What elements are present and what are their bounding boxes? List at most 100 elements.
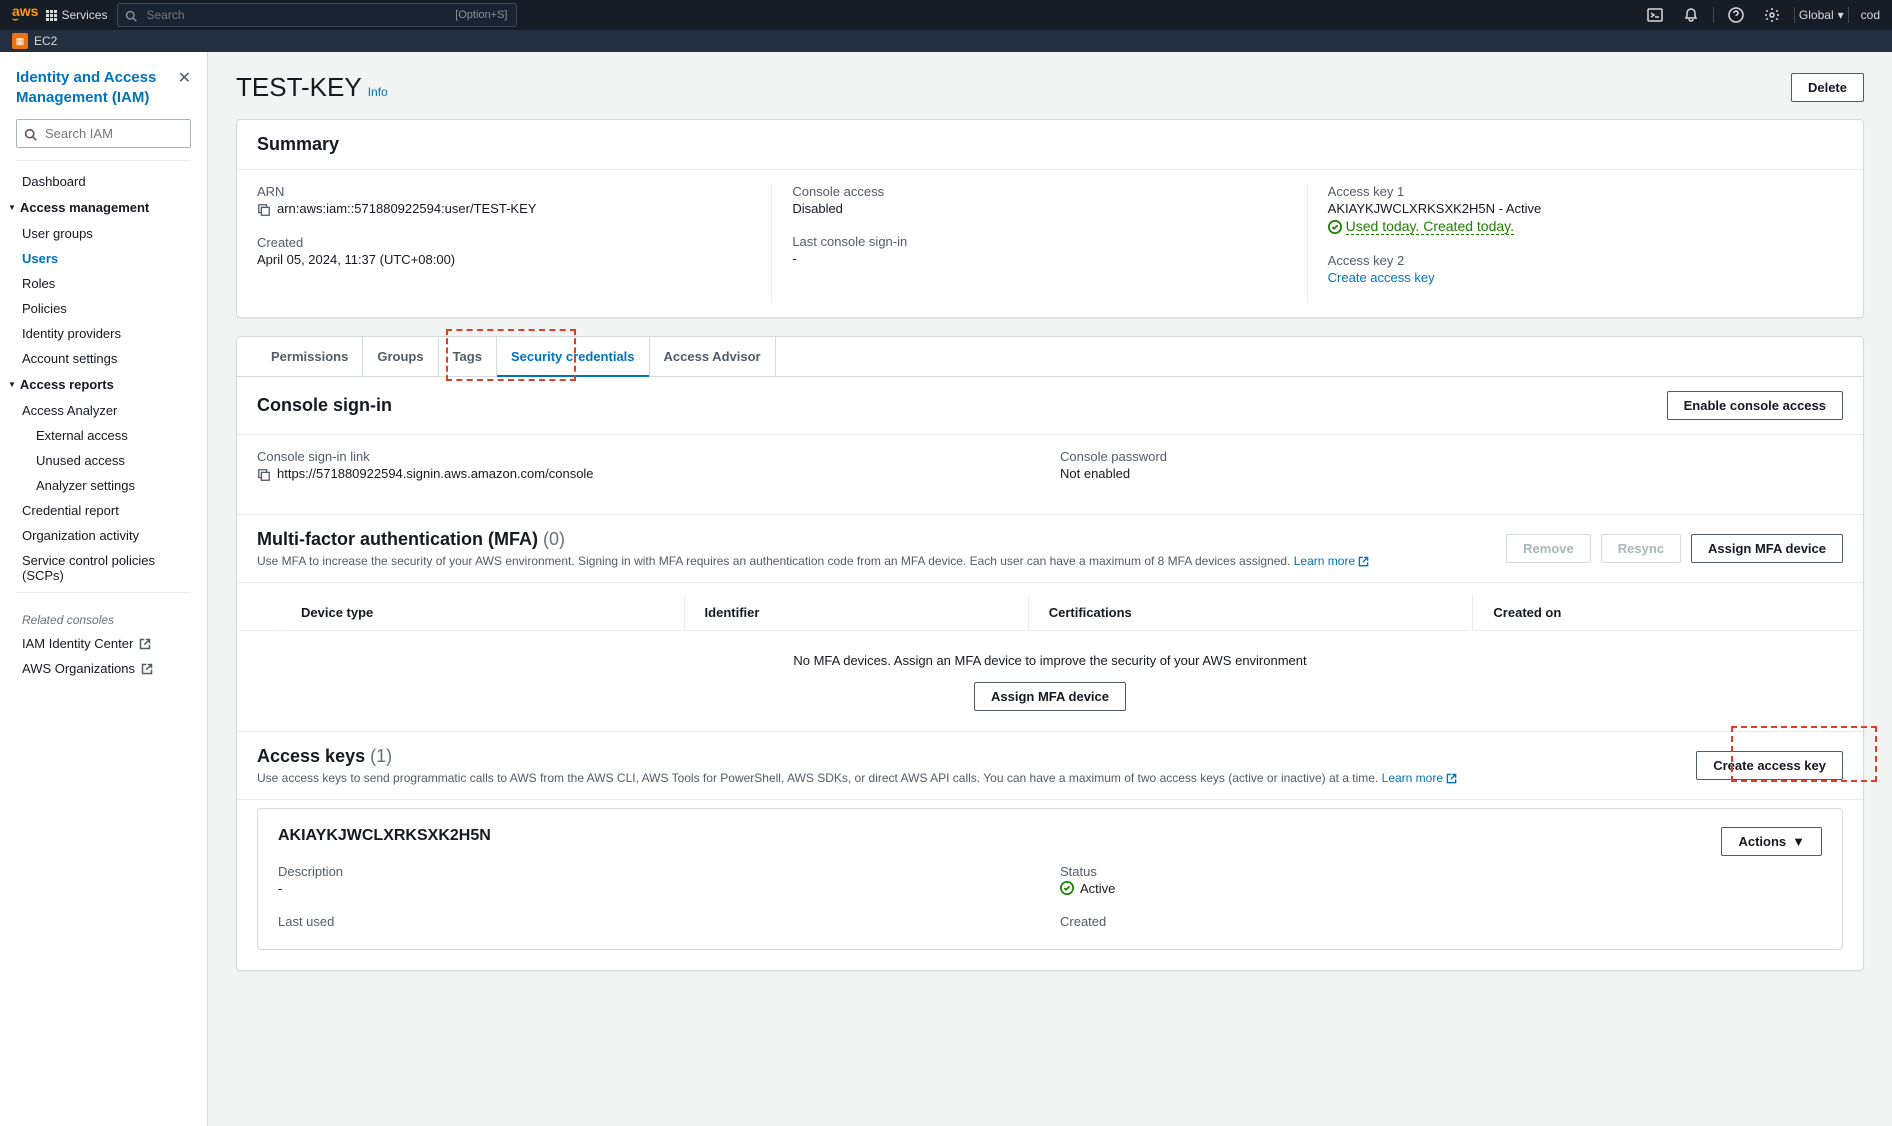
search-shortcut-hint: [Option+S] [455,9,507,21]
tab-access-advisor[interactable]: Access Advisor [650,337,776,376]
access-key-id: AKIAYKJWCLXRKSXK2H5N [278,827,491,845]
region-label: Global [1799,8,1834,22]
mfa-empty-state: No MFA devices. Assign an MFA device to … [237,633,1863,731]
key-description-label: Description [278,864,1040,879]
ec2-service-link[interactable]: EC2 [34,34,57,48]
sidebar-item-aws-organizations[interactable]: AWS Organizations [0,656,207,681]
settings-icon[interactable] [1764,7,1780,23]
sidebar-item-organization-activity[interactable]: Organization activity [0,523,207,548]
console-signin-header: Console sign-in [257,395,392,416]
account-menu[interactable]: cod [1861,8,1880,22]
mfa-empty-assign-button[interactable]: Assign MFA device [974,682,1126,711]
services-label: Services [61,8,107,22]
help-icon[interactable] [1728,7,1744,23]
sidebar-item-account-settings[interactable]: Account settings [0,346,207,371]
sidebar-item-users[interactable]: Users [0,246,207,271]
sidebar-item-identity-providers[interactable]: Identity providers [0,321,207,346]
access-key-1-label: Access key 1 [1328,184,1823,199]
sidebar-item-external-access[interactable]: External access [0,423,207,448]
mfa-col-device-type: Device type [281,595,682,631]
sidebar-item-roles[interactable]: Roles [0,271,207,296]
console-access-label: Console access [792,184,1286,199]
search-icon [24,126,37,142]
key-last-used-label: Last used [278,914,1040,929]
page-title: TEST-KEYInfo [236,72,388,103]
copy-icon[interactable] [257,466,271,482]
mfa-learn-more-link[interactable]: Learn more [1294,554,1370,568]
create-access-key-button[interactable]: Create access key [1696,751,1843,780]
check-circle-icon [1328,220,1342,234]
mfa-col-created-on: Created on [1472,595,1861,631]
copy-icon[interactable] [257,201,271,217]
services-menu[interactable]: Services [46,8,107,22]
access-key-card: AKIAYKJWCLXRKSXK2H5N Actions▼ Descriptio… [257,808,1843,950]
notifications-icon[interactable] [1683,7,1699,23]
sidebar-item-credential-report[interactable]: Credential report [0,498,207,523]
sidebar-section-access-reports[interactable]: ▼Access reports [0,371,207,398]
delete-button[interactable]: Delete [1791,73,1864,102]
created-label: Created [257,235,751,250]
access-key-2-label: Access key 2 [1328,253,1823,268]
sidebar-item-dashboard[interactable]: Dashboard [0,169,207,194]
tab-permissions[interactable]: Permissions [257,337,363,376]
key-created-label: Created [1060,914,1822,929]
info-link[interactable]: Info [368,85,388,99]
sidebar-title[interactable]: Identity and Access Management (IAM) [16,68,178,107]
enable-console-access-button[interactable]: Enable console access [1667,391,1843,420]
related-consoles-header: Related consoles [0,601,207,631]
sidebar-item-iam-identity-center[interactable]: IAM Identity Center [0,631,207,656]
access-key-actions-button[interactable]: Actions▼ [1721,827,1822,856]
chevron-down-icon: ▼ [8,380,16,389]
console-password-label: Console password [1060,449,1843,464]
sidebar: Identity and Access Management (IAM) ✕ D… [0,52,208,1126]
mfa-remove-button[interactable]: Remove [1506,534,1591,563]
arn-label: ARN [257,184,751,199]
external-link-icon [1446,773,1457,784]
chevron-down-icon: ▾ [1838,8,1844,22]
sidebar-section-access-management[interactable]: ▼Access management [0,194,207,221]
tabs-row: Permissions Groups Tags Security credent… [237,337,1863,377]
mfa-col-identifier: Identifier [684,595,1026,631]
chevron-down-icon: ▼ [8,203,16,212]
sidebar-item-analyzer-settings[interactable]: Analyzer settings [0,473,207,498]
access-keys-learn-more-link[interactable]: Learn more [1382,771,1458,785]
summary-panel: Summary ARN arn:aws:iam::571880922594:us… [236,119,1864,318]
access-key-1-status: Used today. Created today. [1346,218,1514,235]
check-circle-icon [1060,881,1074,895]
external-link-icon [1358,556,1369,567]
tab-tags[interactable]: Tags [439,337,497,376]
mfa-table: Device type Identifier Certifications Cr… [237,593,1863,633]
mfa-resync-button[interactable]: Resync [1601,534,1681,563]
console-access-value: Disabled [792,201,1286,216]
sidebar-close-icon[interactable]: ✕ [178,68,191,88]
tab-security-credentials[interactable]: Security credentials [497,337,650,376]
arn-value: arn:aws:iam::571880922594:user/TEST-KEY [277,201,536,216]
last-signin-label: Last console sign-in [792,234,1286,249]
signin-link-value: https://571880922594.signin.aws.amazon.c… [277,466,594,481]
sidebar-search-input[interactable] [16,119,191,148]
tabs-panel: Permissions Groups Tags Security credent… [236,336,1864,971]
created-value: April 05, 2024, 11:37 (UTC+08:00) [257,252,751,267]
chevron-down-icon: ▼ [1792,834,1805,849]
aws-logo[interactable]: aws⌣ [12,7,38,24]
mfa-description: Use MFA to increase the security of your… [257,554,1369,568]
key-status-value: Active [1080,881,1115,896]
sidebar-item-scps[interactable]: Service control policies (SCPs) [0,548,207,588]
key-status-label: Status [1060,864,1822,879]
main-content: TEST-KEYInfo Delete Summary ARN arn:aws:… [208,52,1892,1126]
global-nav: aws⌣ Services [Option+S] Global ▾ cod [0,0,1892,30]
create-access-key-link[interactable]: Create access key [1328,270,1435,285]
region-selector[interactable]: Global ▾ [1799,8,1844,22]
tab-groups[interactable]: Groups [363,337,438,376]
services-grid-icon [46,10,57,21]
sidebar-item-access-analyzer[interactable]: Access Analyzer [0,398,207,423]
cloudshell-icon[interactable] [1647,7,1663,23]
sidebar-item-policies[interactable]: Policies [0,296,207,321]
mfa-assign-button[interactable]: Assign MFA device [1691,534,1843,563]
mfa-header: Multi-factor authentication (MFA) (0) [257,529,565,549]
search-icon [125,8,137,22]
sidebar-item-user-groups[interactable]: User groups [0,221,207,246]
sidebar-item-unused-access[interactable]: Unused access [0,448,207,473]
access-keys-description: Use access keys to send programmatic cal… [257,771,1457,785]
summary-header: Summary [257,134,339,155]
